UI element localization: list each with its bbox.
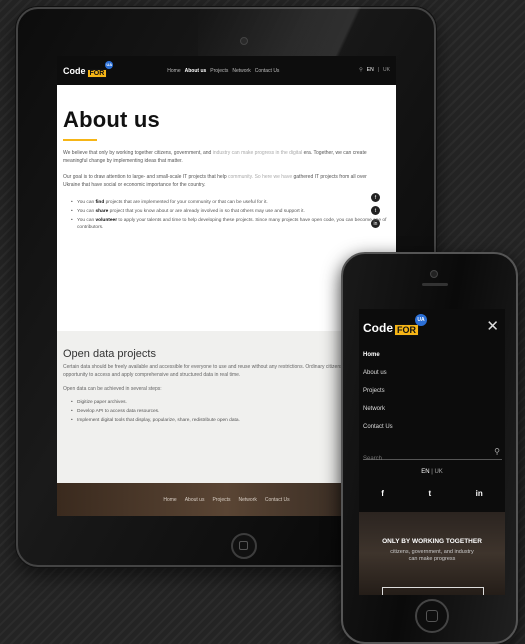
search-placeholder: Search bbox=[363, 456, 383, 462]
mobile-menu: Home About us Projects Network Contact U… bbox=[363, 352, 393, 442]
footer-nav-network[interactable]: Network bbox=[239, 497, 257, 503]
phone-camera bbox=[430, 270, 438, 278]
footer-nav-projects[interactable]: Projects bbox=[212, 497, 230, 503]
nav-network[interactable]: Network bbox=[232, 68, 250, 74]
mobile-menu-projects[interactable]: Projects bbox=[363, 388, 393, 394]
goal-paragraph: Our goal is to draw attention to large- … bbox=[63, 173, 383, 189]
list-item: You can share project that you know abou… bbox=[71, 208, 390, 215]
twitter-icon[interactable]: t bbox=[428, 489, 431, 498]
banner-button[interactable] bbox=[382, 587, 484, 595]
mobile-menu-about-us[interactable]: About us bbox=[363, 370, 393, 376]
facebook-icon[interactable]: f bbox=[381, 489, 384, 498]
banner-subtitle: citizens, government, and industry can m… bbox=[359, 549, 505, 563]
main-nav: Home About us Projects Network Contact U… bbox=[167, 68, 279, 74]
lang-uk[interactable]: UK bbox=[383, 67, 390, 73]
goal-text: Our goal is to draw attention to large- … bbox=[63, 174, 228, 180]
nav-projects[interactable]: Projects bbox=[210, 68, 228, 74]
page-title: About us bbox=[63, 107, 160, 132]
site-header: Code FOR UA Home About us Projects Netwo… bbox=[57, 56, 396, 85]
nav-contact-us[interactable]: Contact Us bbox=[255, 68, 280, 74]
logo-for: FOR bbox=[394, 324, 419, 336]
lang-en[interactable]: EN bbox=[421, 469, 429, 475]
list-item: You can volunteer to apply your talents … bbox=[71, 217, 390, 231]
logo-ua-badge: UA bbox=[105, 60, 114, 69]
mobile-menu-home[interactable]: Home bbox=[363, 352, 393, 358]
phone-speaker bbox=[422, 283, 448, 286]
mobile-menu-network[interactable]: Network bbox=[363, 406, 393, 412]
banner-line-1: citizens, government, and industry bbox=[390, 549, 474, 555]
logo-code: Code bbox=[363, 320, 393, 335]
search-icon[interactable]: ⚲ bbox=[359, 67, 363, 73]
list-item: You can find projects that are implement… bbox=[71, 199, 390, 206]
linkedin-icon[interactable]: in bbox=[476, 489, 483, 498]
phone-home-button[interactable] bbox=[415, 599, 449, 633]
mobile-lang-switch: EN | UK bbox=[359, 469, 505, 475]
phone-screen: Code FOR UA ✕ Home About us Projects Net… bbox=[359, 309, 505, 595]
search-icon[interactable]: ⚲ bbox=[494, 447, 500, 456]
banner-line-2: can make progress bbox=[408, 556, 456, 562]
logo-ua-badge: UA bbox=[415, 314, 427, 326]
codeforua-logo[interactable]: Code FOR UA bbox=[63, 60, 114, 78]
intro-text: We believe that only by working together… bbox=[63, 150, 213, 156]
mobile-menu-contact-us[interactable]: Contact Us bbox=[363, 424, 393, 430]
footer-nav-home[interactable]: Home bbox=[163, 497, 176, 503]
goal-text-faded: community. So here we have bbox=[228, 174, 293, 180]
tablet-home-button[interactable] bbox=[231, 533, 257, 559]
footer-nav-about-us[interactable]: About us bbox=[185, 497, 205, 503]
lang-separator: | bbox=[377, 67, 380, 73]
mobile-search-input[interactable]: Search ⚲ bbox=[363, 447, 502, 462]
intro-paragraph: We believe that only by working together… bbox=[63, 149, 383, 165]
footer-nav-contact-us[interactable]: Contact Us bbox=[265, 497, 290, 503]
phone-device: Code FOR UA ✕ Home About us Projects Net… bbox=[341, 252, 518, 644]
lang-en[interactable]: EN bbox=[367, 67, 374, 73]
logo-code: Code bbox=[63, 65, 86, 76]
lang-uk[interactable]: UK bbox=[434, 469, 442, 475]
nav-about-us[interactable]: About us bbox=[185, 68, 207, 74]
header-tools: ⚲ EN | UK bbox=[359, 67, 390, 73]
nav-home[interactable]: Home bbox=[167, 68, 180, 74]
logo-for: FOR bbox=[86, 68, 108, 78]
mobile-codeforua-logo[interactable]: Code FOR UA bbox=[363, 314, 427, 336]
close-icon[interactable]: ✕ bbox=[486, 317, 499, 335]
tablet-camera bbox=[240, 37, 248, 45]
about-list: You can find projects that are implement… bbox=[71, 199, 390, 231]
banner-title: ONLY BY WORKING TOGETHER bbox=[382, 538, 482, 545]
mobile-hero-banner: ONLY BY WORKING TOGETHER citizens, gover… bbox=[359, 512, 505, 595]
title-underline bbox=[63, 139, 97, 141]
mobile-social-links: f t in bbox=[359, 489, 505, 498]
intro-text-faded: industry can make progress in the digita… bbox=[212, 150, 303, 156]
